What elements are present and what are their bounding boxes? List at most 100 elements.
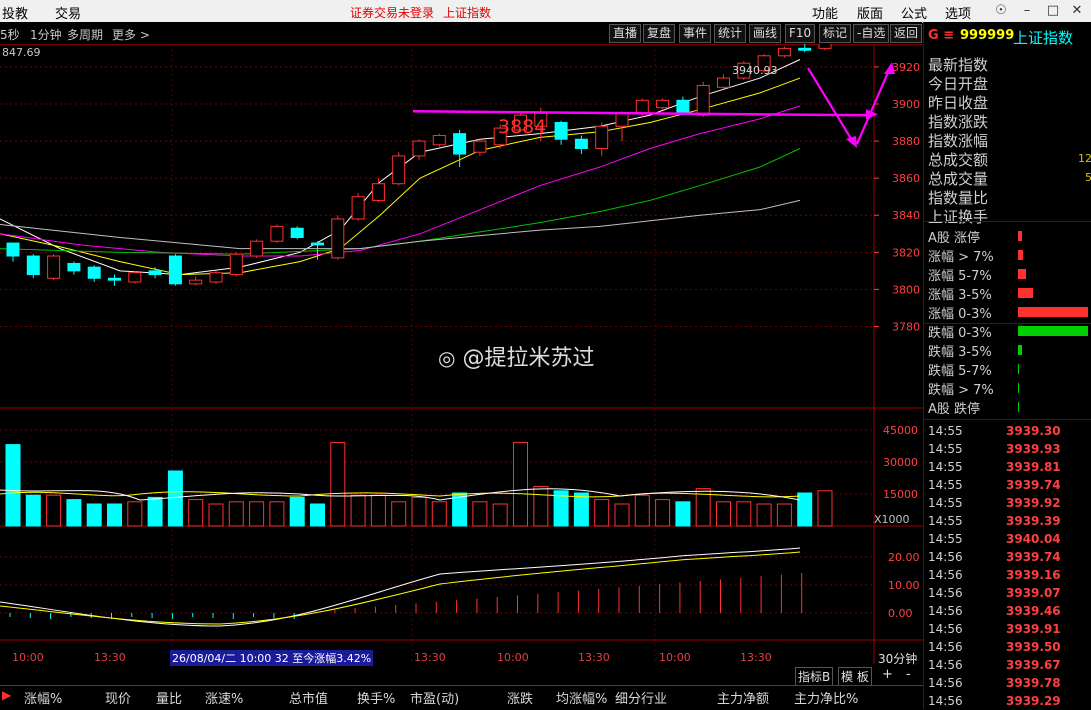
quote-field-label: 最新指数 — [928, 56, 989, 74]
volume-bar — [167, 470, 183, 527]
volume-bar — [127, 501, 143, 527]
volume-unit-label: X1000 — [874, 513, 910, 526]
column-tab[interactable]: 主力净比% — [794, 688, 858, 707]
time-axis-label: 13:30 — [414, 651, 446, 664]
candle-up — [331, 218, 345, 259]
candle-down — [311, 242, 324, 246]
tick-price: 3939.29 — [1006, 694, 1061, 708]
zoom-in-icon[interactable]: + — [882, 667, 893, 682]
stats-button[interactable]: 统计 — [714, 24, 747, 43]
breadth-bar — [1018, 250, 1023, 260]
menu-investor-education[interactable]: 投教 — [2, 3, 28, 22]
mark-button[interactable]: 标记 — [819, 24, 852, 43]
tick-time: 14:56 — [928, 604, 963, 618]
period-1min[interactable]: 1分钟 — [30, 26, 62, 43]
column-tab-arrow-icon[interactable]: ▶ — [2, 688, 11, 702]
volume-bar — [655, 499, 671, 527]
price-axis-label: 3860 — [892, 172, 920, 185]
breadth-label: 涨幅 5-7% — [928, 269, 992, 284]
column-tab[interactable]: 现价 — [105, 688, 131, 707]
f10-button[interactable]: F10 — [785, 24, 816, 43]
volume-bar — [147, 496, 163, 527]
volume-bar — [25, 494, 41, 527]
top-left-value: 847.69 — [2, 46, 41, 59]
back-button[interactable]: 返回 — [890, 24, 922, 43]
breadth-bar — [1018, 288, 1034, 298]
menu-options[interactable]: 选项 — [945, 3, 971, 22]
tick-time: 14:55 — [928, 514, 963, 528]
breadth-bar — [1018, 269, 1027, 279]
volume-bar — [188, 499, 204, 527]
more-periods[interactable]: 更多 > — [112, 26, 150, 43]
candle-down — [87, 266, 101, 279]
quote-field-label: 上证换手 — [928, 208, 989, 226]
tick-time: 14:55 — [928, 442, 963, 456]
column-tab[interactable]: 换手% — [357, 688, 395, 707]
breadth-label: A股 涨停 — [928, 231, 981, 246]
price-axis-label: 3820 — [892, 246, 920, 259]
watchlist-button[interactable]: -自选 — [853, 24, 890, 43]
quote-field-label: 总成交额 — [928, 151, 989, 169]
candle-up — [656, 99, 670, 109]
macd-axis-label: 0.00 — [888, 607, 913, 620]
volume-bar — [431, 501, 447, 527]
breadth-label: 涨幅 3-5% — [928, 288, 992, 303]
tick-time: 14:56 — [928, 658, 963, 672]
volume-bar — [634, 494, 650, 527]
menu-function[interactable]: 功能 — [812, 3, 838, 22]
menu-trade[interactable]: 交易 — [55, 3, 81, 22]
period-5s[interactable]: 5秒 — [0, 26, 20, 43]
live-button[interactable]: 直播 — [609, 24, 642, 43]
close-icon[interactable]: ✕ — [1068, 2, 1086, 20]
candle-up — [371, 183, 385, 201]
column-tab[interactable]: 涨跌 — [507, 688, 533, 707]
volume-bar — [107, 503, 122, 527]
top-menu-bar: 投教 交易 证券交易未登录 上证指数 功能 版面 公式 选项 ☉ – □ ✕ — [0, 0, 1091, 23]
volume-bar — [533, 485, 549, 527]
zoom-out-icon[interactable]: - — [906, 667, 911, 682]
tick-price: 3939.92 — [1006, 496, 1061, 510]
volume-axis-label: 15000 — [883, 488, 918, 501]
quote-field-label: 指数量比 — [928, 189, 989, 207]
tick-time: 14:55 — [928, 460, 963, 474]
events-button[interactable]: 事件 — [679, 24, 712, 43]
column-tab[interactable]: 细分行业 — [615, 688, 667, 707]
column-tab[interactable]: 主力净额 — [717, 688, 769, 707]
volume-bar — [817, 490, 833, 527]
volume-bar — [776, 503, 792, 527]
multi-period[interactable]: 多周期 — [67, 26, 103, 43]
candle-down — [148, 270, 162, 276]
column-tab[interactable]: 涨速% — [205, 688, 243, 707]
panel-divider — [924, 323, 1091, 324]
tick-price: 3939.81 — [1006, 460, 1061, 474]
period-selector[interactable]: 30分钟 — [878, 650, 917, 667]
volume-bar — [614, 503, 630, 527]
price-axis-label: 3920 — [892, 61, 920, 74]
service-icon[interactable]: ☉ — [992, 2, 1010, 20]
template-tab[interactable]: 模 板 — [838, 667, 872, 686]
panel-divider — [924, 419, 1091, 420]
column-tab[interactable]: 量比 — [156, 688, 182, 707]
time-axis-label: 13:30 — [578, 651, 610, 664]
candle-up — [777, 47, 791, 57]
time-axis-label: 10:00 — [12, 651, 44, 664]
column-tab[interactable]: 均涨幅% — [556, 688, 607, 707]
draw-line-button[interactable]: 画线 — [749, 24, 782, 43]
column-tabs-bar: 涨幅% 现价 量比 涨速% 总市值 换手% 市盈(动) 涨跌 均涨幅% 细分行业 主力净额 主力净比% — [0, 685, 923, 710]
trade-login-notice[interactable]: 证券交易未登录 — [350, 4, 434, 21]
indicator-tab[interactable]: 指标B — [795, 667, 834, 686]
candle-up — [635, 99, 649, 114]
minimize-icon[interactable]: – — [1018, 2, 1036, 20]
menu-layout[interactable]: 版面 — [857, 3, 883, 22]
menu-formula[interactable]: 公式 — [901, 3, 927, 22]
review-button[interactable]: 复盘 — [643, 24, 676, 43]
volume-axis-label: 30000 — [883, 456, 918, 469]
volume-bar — [350, 494, 366, 527]
column-tab[interactable]: 市盈(动) — [410, 688, 459, 707]
column-tab[interactable]: 总市值 — [289, 688, 328, 707]
column-tab[interactable]: 涨幅% — [24, 688, 62, 707]
time-axis-label: 13:30 — [94, 651, 126, 664]
maximize-icon[interactable]: □ — [1044, 2, 1062, 20]
volume-bar — [411, 496, 427, 527]
volume-bar — [492, 503, 508, 527]
